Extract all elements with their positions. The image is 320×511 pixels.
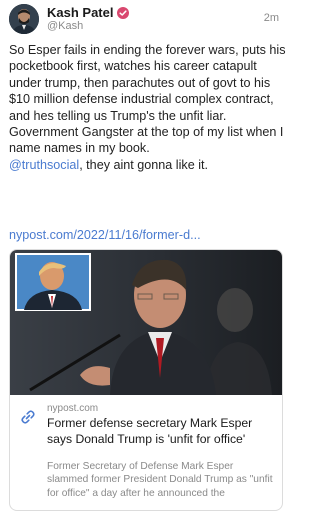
post-body-text: So Esper fails in ending the forever war…: [9, 43, 286, 156]
handle[interactable]: @Kash: [47, 20, 83, 32]
display-name[interactable]: Kash Patel: [47, 5, 113, 20]
mention-link[interactable]: @truthsocial: [9, 158, 79, 172]
card-title[interactable]: Former defense secretary Mark Esper says…: [47, 416, 275, 447]
card-description: Former Secretary of Defense Mark Esper s…: [47, 461, 273, 499]
card-domain: nypost.com: [47, 403, 99, 414]
link-preview-card[interactable]: nypost.com Former defense secretary Mark…: [9, 249, 283, 511]
link-icon: [21, 410, 35, 424]
timestamp: 2m: [263, 12, 279, 24]
verified-badge-icon: [117, 6, 130, 19]
post-link[interactable]: nypost.com/2022/11/16/former-d...: [9, 228, 201, 242]
post-header: Kash Patel @Kash 2m: [9, 4, 281, 34]
name-row: Kash Patel: [47, 5, 130, 20]
avatar-photo: [9, 4, 39, 34]
post-body-text-end: , they aint gonna like it.: [79, 157, 209, 172]
post-text: So Esper fails in ending the forever war…: [9, 42, 287, 173]
avatar[interactable]: [9, 4, 39, 34]
card-footer: nypost.com Former defense secretary Mark…: [10, 395, 282, 510]
article-image: [10, 250, 282, 395]
